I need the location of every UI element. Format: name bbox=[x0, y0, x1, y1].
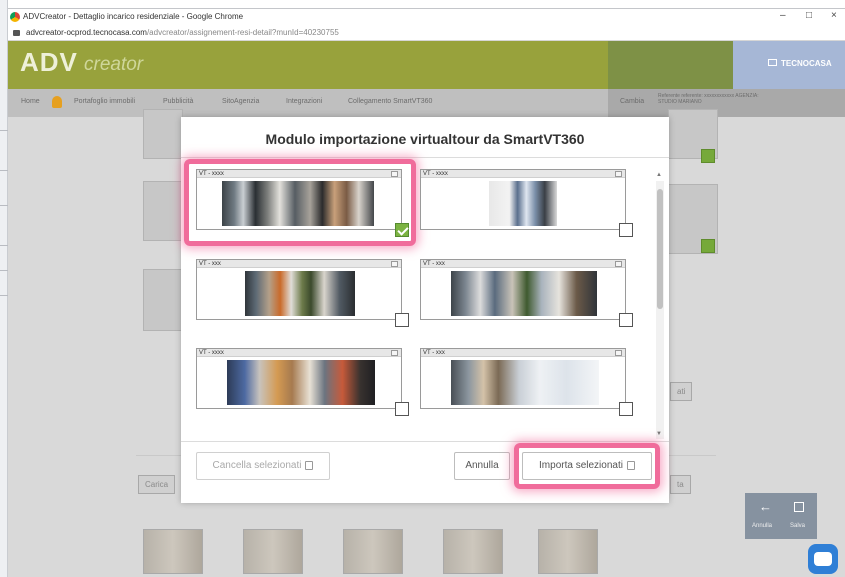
nav-cambia[interactable]: Cambia bbox=[620, 98, 644, 105]
bg-thumb bbox=[143, 529, 203, 574]
bg-thumb bbox=[443, 529, 503, 574]
nav-portafoglio[interactable]: Portafoglio immobili bbox=[74, 98, 135, 105]
browser-window: ADVCreator - Dettaglio incarico residenz… bbox=[8, 8, 845, 577]
bg-thumb bbox=[243, 529, 303, 574]
nav-sito-agenzia[interactable]: SitoAgenzia bbox=[222, 98, 259, 105]
bg-thumb bbox=[343, 529, 403, 574]
lock-icon bbox=[13, 30, 20, 36]
tour-label: VT - xxx bbox=[199, 261, 221, 267]
trash-icon bbox=[305, 460, 314, 470]
tour-label: VT - xxxx bbox=[199, 350, 224, 356]
tour-card-6[interactable]: VT - xxx bbox=[420, 348, 633, 416]
modal-title-divider bbox=[181, 157, 669, 158]
bg-card bbox=[143, 181, 183, 241]
scrollbar-thumb[interactable] bbox=[657, 189, 663, 309]
highlight-ring-import bbox=[514, 443, 660, 489]
highlight-ring-card bbox=[184, 159, 416, 246]
side-cancel-label[interactable]: Annulla bbox=[752, 523, 772, 529]
bg-thumb bbox=[538, 529, 598, 574]
app-logo: ADV bbox=[20, 47, 78, 77]
maximize-button[interactable]: □ bbox=[806, 10, 812, 21]
info-icon[interactable] bbox=[615, 171, 622, 177]
cancel-button[interactable]: Annulla bbox=[454, 452, 510, 480]
nav-integrazioni[interactable]: Integrazioni bbox=[286, 98, 322, 105]
tour-thumbnail bbox=[245, 271, 355, 316]
tour-checkbox-2[interactable] bbox=[619, 223, 633, 237]
nav-pubblicita[interactable]: Pubblicità bbox=[163, 98, 193, 105]
tour-card-3[interactable]: VT - xxx bbox=[196, 259, 409, 327]
tour-checkbox-4[interactable] bbox=[619, 313, 633, 327]
bg-right-button-1: ati bbox=[670, 382, 693, 401]
url-path: /advcreator/assignement-resi-detail?munI… bbox=[146, 28, 339, 37]
minimize-button[interactable]: – bbox=[780, 10, 786, 21]
brand-logo-icon bbox=[768, 59, 777, 66]
tour-label: VT - xxx bbox=[423, 350, 445, 356]
side-save-label[interactable]: Salva bbox=[790, 523, 805, 529]
tour-label: VT - xxxx bbox=[423, 171, 448, 177]
back-arrow-icon[interactable]: ← bbox=[759, 499, 772, 514]
lightbulb-icon[interactable] bbox=[52, 96, 62, 108]
nav-user-info: Referente referente: xxxxxxxxxxxx AGENZI… bbox=[658, 93, 759, 105]
tour-card-4[interactable]: VT - xxx bbox=[420, 259, 633, 327]
tour-thumbnail bbox=[451, 271, 597, 316]
bg-check-icon bbox=[701, 239, 715, 253]
scroll-down-icon[interactable]: ▼ bbox=[656, 431, 662, 437]
nav-home[interactable]: Home bbox=[21, 98, 40, 105]
scroll-up-icon[interactable]: ▲ bbox=[656, 172, 662, 178]
tour-thumbnail bbox=[489, 181, 557, 226]
info-icon[interactable] bbox=[391, 261, 398, 267]
bg-card bbox=[143, 269, 183, 331]
tour-checkbox-3[interactable] bbox=[395, 313, 409, 327]
info-icon[interactable] bbox=[615, 350, 622, 356]
bg-check-icon bbox=[701, 149, 715, 163]
save-icon[interactable] bbox=[794, 502, 804, 512]
tour-thumbnail bbox=[451, 360, 599, 405]
tour-checkbox-6[interactable] bbox=[619, 402, 633, 416]
chat-bubble-icon bbox=[814, 552, 832, 566]
bg-right-button-2: ta bbox=[670, 475, 691, 494]
info-icon[interactable] bbox=[615, 261, 622, 267]
bg-card bbox=[143, 109, 183, 159]
background-window-strip bbox=[0, 0, 8, 577]
brand-name: TECNOCASA bbox=[781, 59, 832, 68]
app-logo-sub: creator bbox=[84, 54, 144, 75]
modal-title: Modulo importazione virtualtour da Smart… bbox=[265, 131, 585, 147]
side-actions-panel bbox=[745, 493, 817, 539]
nav-smartvt360[interactable]: Collegamento SmartVT360 bbox=[348, 98, 432, 105]
cancel-label: Annulla bbox=[465, 460, 499, 471]
info-icon[interactable] bbox=[391, 350, 398, 356]
tour-card-2[interactable]: VT - xxxx bbox=[420, 169, 633, 237]
bg-carica-button: Carica bbox=[138, 475, 176, 494]
delete-selected-button[interactable]: Cancella selezionati bbox=[196, 452, 330, 480]
tour-checkbox-5[interactable] bbox=[395, 402, 409, 416]
url-text[interactable]: advcreator-ocprod.tecnocasa.com/advcreat… bbox=[26, 28, 339, 37]
delete-selected-label: Cancella selezionati bbox=[212, 460, 302, 471]
modal-footer-divider bbox=[181, 441, 669, 442]
close-button[interactable]: × bbox=[831, 10, 837, 21]
window-title: ADVCreator - Dettaglio incarico residenz… bbox=[23, 12, 244, 21]
tour-thumbnail bbox=[227, 360, 375, 405]
chrome-icon bbox=[10, 12, 20, 22]
header-right-block bbox=[608, 41, 733, 89]
tour-card-5[interactable]: VT - xxxx bbox=[196, 348, 409, 416]
url-host: advcreator-ocprod.tecnocasa.com bbox=[26, 28, 147, 37]
tour-label: VT - xxx bbox=[423, 261, 445, 267]
